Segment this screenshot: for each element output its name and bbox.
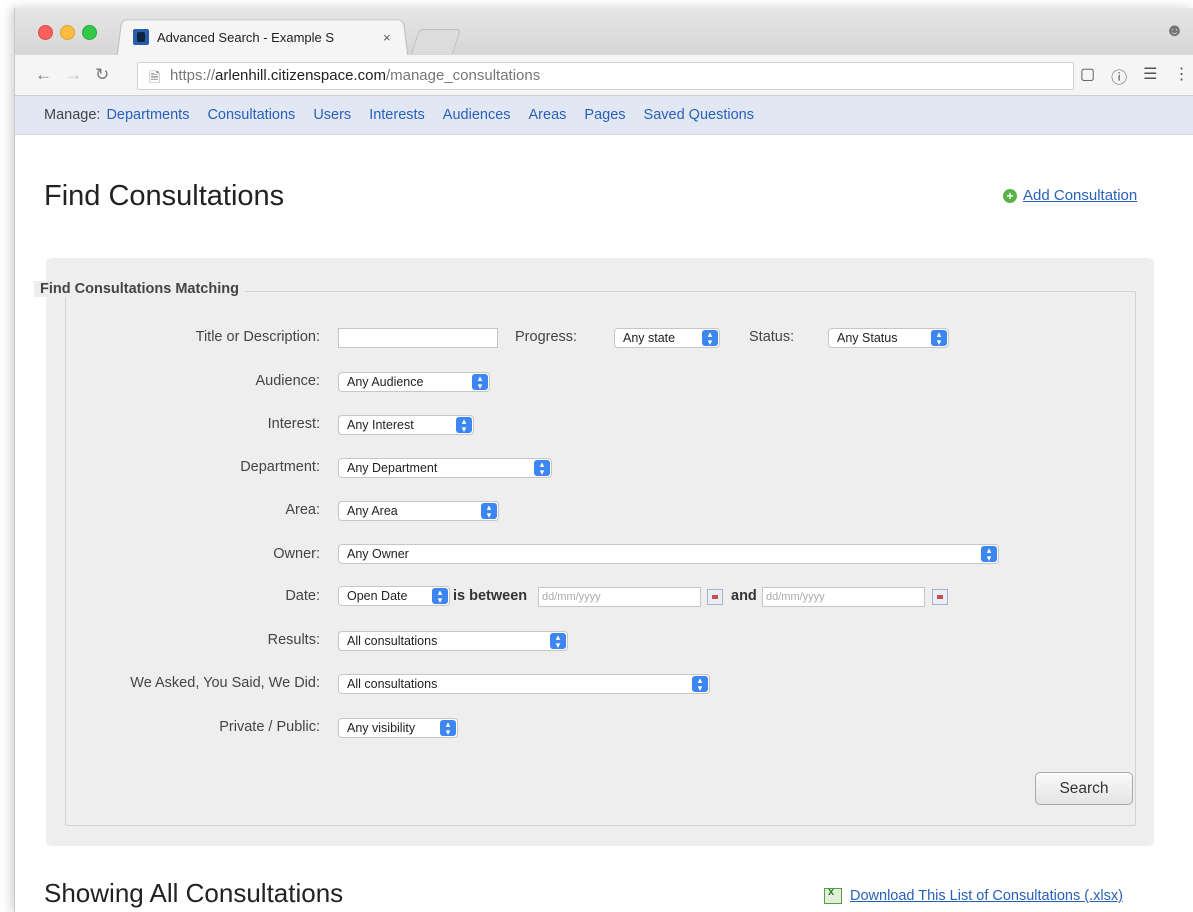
chevron-updown-icon: ▴ ▾ [440, 720, 456, 737]
page-title: Find Consultations [44, 180, 285, 212]
url-text: https://arlenhill.citizenspace.com/manag… [170, 67, 540, 84]
audience-value: Any Audience [347, 375, 424, 389]
results-heading: Showing All Consultations [44, 878, 344, 908]
manage-link-pages[interactable]: Pages [584, 107, 625, 123]
owner-label: Owner: [273, 546, 320, 562]
chevron-updown-icon: ▴ ▾ [702, 330, 718, 347]
date-type-select[interactable]: Open Date ▴ ▾ [338, 586, 450, 606]
progress-value: Any state [623, 331, 676, 345]
chevron-updown-icon: ▴ ▾ [481, 503, 497, 520]
download-list-link[interactable]: Download This List of Consultations (.xl… [850, 888, 1123, 904]
date-to-input[interactable]: dd/mm/yyyy [762, 587, 925, 607]
area-label: Area: [285, 502, 320, 518]
cast-icon[interactable]: ▢ [1080, 64, 1095, 88]
interest-select[interactable]: Any Interest ▴ ▾ [338, 415, 474, 435]
area-select[interactable]: Any Area ▴ ▾ [338, 501, 499, 521]
profile-icon[interactable]: ☻ [1165, 20, 1184, 41]
owner-value: Any Owner [347, 547, 409, 561]
and-text: and [731, 588, 757, 604]
title-description-label: Title or Description: [195, 329, 320, 345]
chevron-updown-icon: ▴ ▾ [432, 588, 448, 605]
interest-label: Interest: [267, 416, 320, 432]
visibility-value: Any visibility [347, 721, 416, 735]
spreadsheet-icon [824, 886, 842, 904]
status-label: Status: [749, 329, 795, 345]
address-bar[interactable]: 🗎 https://arlenhill.citizenspace.com/man… [137, 62, 1074, 90]
manage-link-areas[interactable]: Areas [529, 107, 567, 123]
browser-toolbar: ← → ↻ 🗎 https://arlenhill.citizenspace.c… [15, 55, 1193, 96]
manage-nav: Manage: Departments Consultations Users … [15, 96, 1193, 135]
progress-select[interactable]: Any state ▴ ▾ [614, 328, 720, 348]
new-tab-button[interactable] [410, 29, 462, 54]
chevron-updown-icon: ▴ ▾ [534, 460, 550, 477]
url-prefix: https:// [170, 67, 216, 84]
manage-label: Manage: [44, 107, 101, 123]
minimize-window-button[interactable] [60, 25, 75, 40]
date-label: Date: [285, 588, 320, 604]
page-icon: 🗎 [149, 69, 161, 85]
status-value: Any Status [837, 331, 898, 345]
chevron-updown-icon: ▴ ▾ [550, 633, 566, 650]
area-value: Any Area [347, 504, 398, 518]
department-select[interactable]: Any Department ▴ ▾ [338, 458, 552, 478]
calendar-icon[interactable] [932, 589, 948, 605]
url-path: /manage_consultations [385, 67, 541, 84]
wayswd-value: All consultations [347, 677, 438, 691]
owner-select[interactable]: Any Owner ▴ ▾ [338, 544, 999, 564]
download-list: Download This List of Consultations (.xl… [824, 886, 1123, 904]
results-value: All consultations [347, 634, 438, 648]
forward-arrow-icon[interactable]: → [65, 65, 82, 85]
site-favicon-icon [133, 29, 149, 45]
url-host: arlenhill.citizenspace.com [215, 67, 386, 84]
interest-value: Any Interest [347, 418, 414, 432]
fieldset-legend: Find Consultations Matching [34, 281, 245, 297]
date-type-value: Open Date [347, 589, 408, 603]
add-consultation: + Add Consultation [1003, 187, 1137, 204]
manage-link-audiences[interactable]: Audiences [443, 107, 511, 123]
visibility-select[interactable]: Any visibility ▴ ▾ [338, 718, 458, 738]
chevron-updown-icon: ▴ ▾ [456, 417, 472, 434]
date-from-input[interactable]: dd/mm/yyyy [538, 587, 701, 607]
is-between-text: is between [453, 588, 528, 604]
back-arrow-icon[interactable]: ← [35, 65, 52, 85]
chevron-updown-icon: ▴ ▾ [981, 546, 997, 563]
wayswd-select[interactable]: All consultations ▴ ▾ [338, 674, 710, 694]
tab-content[interactable]: Advanced Search - Example S × [133, 25, 398, 49]
manage-link-consultations[interactable]: Consultations [207, 107, 295, 123]
manage-link-interests[interactable]: Interests [369, 107, 425, 123]
progress-label: Progress: [515, 329, 578, 345]
results-select[interactable]: All consultations ▴ ▾ [338, 631, 568, 651]
reload-icon[interactable]: ↻ [95, 65, 109, 85]
audience-label: Audience: [255, 373, 321, 389]
info-icon[interactable]: ⓘ [1111, 64, 1127, 88]
audience-select[interactable]: Any Audience ▴ ▾ [338, 372, 490, 392]
manage-link-users[interactable]: Users [313, 107, 351, 123]
tab-title: Advanced Search - Example S [157, 29, 335, 45]
department-label: Department: [240, 459, 320, 475]
chevron-updown-icon: ▴ ▾ [472, 374, 488, 391]
add-consultation-link[interactable]: Add Consultation [1023, 187, 1137, 204]
extension-icon[interactable]: ☰ [1143, 64, 1157, 88]
wayswd-label: We Asked, You Said, We Did: [130, 675, 320, 691]
results-label: Results: [267, 632, 320, 648]
department-value: Any Department [347, 461, 438, 475]
add-plus-icon: + [1003, 188, 1017, 203]
close-window-button[interactable] [38, 25, 53, 40]
status-select[interactable]: Any Status ▴ ▾ [828, 328, 949, 348]
menu-icon[interactable]: ⋮ [1173, 64, 1189, 88]
manage-link-saved-questions[interactable]: Saved Questions [644, 107, 754, 123]
toolbar-icons: ▢ ⓘ ☰ ⋮ [1080, 64, 1189, 88]
visibility-label: Private / Public: [219, 719, 320, 735]
tab-close-icon[interactable]: × [383, 30, 391, 45]
chevron-updown-icon: ▴ ▾ [931, 330, 947, 347]
chevron-updown-icon: ▴ ▾ [692, 676, 708, 693]
maximize-window-button[interactable] [82, 25, 97, 40]
manage-link-departments[interactable]: Departments [106, 107, 189, 123]
title-description-input[interactable] [338, 328, 498, 348]
tab-bar: Advanced Search - Example S × ☻ [15, 8, 1193, 57]
calendar-icon[interactable] [707, 589, 723, 605]
search-button[interactable]: Search [1035, 772, 1133, 805]
